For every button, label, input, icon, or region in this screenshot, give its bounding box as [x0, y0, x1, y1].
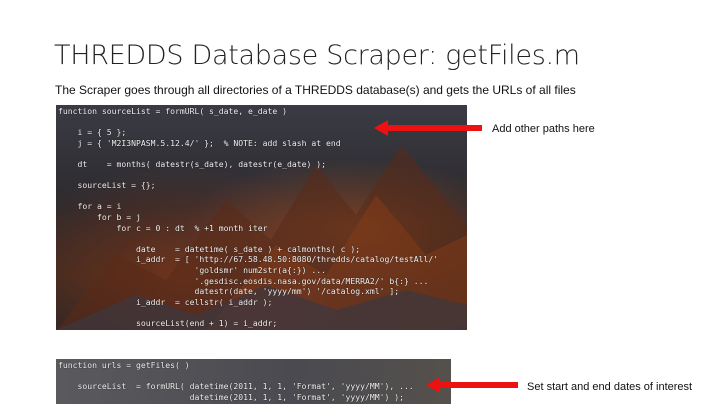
code-line: for c = 0 : dt % +1 month iter — [58, 222, 268, 233]
code-screenshot-getfiles: function urls = getFiles( ) sourceList =… — [56, 359, 451, 404]
code-line: sourceList = formURL( datetime(2011, 1, … — [58, 381, 414, 392]
code-line: date = datetime( s_date ) + calmonths( c… — [58, 243, 361, 254]
slide-subtitle: The Scraper goes through all directories… — [55, 83, 576, 97]
code-line: function urls = getFiles( ) — [58, 360, 190, 370]
arrow-shaft — [438, 382, 518, 388]
arrow-shaft — [386, 125, 482, 131]
code-line: for b = j — [58, 211, 141, 222]
code-line: i_addr = cellstr( i_addr ); — [58, 296, 273, 307]
code-line: sourceList(end + 1) = i_addr; — [58, 317, 278, 328]
arrow-paths — [374, 120, 482, 136]
code-block-getfiles: function urls = getFiles( ) sourceList =… — [58, 360, 414, 402]
arrow-dates — [426, 377, 518, 393]
code-line: j = { 'M2I3NPASM.5.12.4/' }; % NOTE: add… — [58, 137, 341, 148]
code-line: for a = i — [58, 201, 122, 212]
code-line: dt = months( datestr(s_date), datestr(e_… — [58, 158, 327, 169]
code-block-formurl: function sourceList = formURL( s_date, e… — [58, 106, 438, 328]
annotation-set-dates: Set start and end dates of interest — [527, 381, 693, 393]
code-line: datestr(date, 'yyyy/mm') '/catalog.xml' … — [58, 286, 400, 297]
code-line: 'goldsmr' num2str(a{:}) ... — [58, 264, 327, 275]
annotation-add-paths: Add other paths here — [492, 123, 595, 135]
code-line: function sourceList = formURL( s_date, e… — [58, 106, 288, 116]
slide-title: THREDDS Database Scraper: getFiles.m — [54, 40, 580, 71]
code-screenshot-formurl: function sourceList = formURL( s_date, e… — [56, 105, 467, 330]
code-line: sourceList = {}; — [58, 180, 156, 191]
code-line: i_addr = [ 'http://67.58.48.50:8080/thre… — [58, 254, 439, 265]
code-line: datetime(2011, 1, 1, 'Format', 'yyyy/MM'… — [58, 391, 404, 402]
code-line: '.gesdisc.eosdis.nasa.gov/data/MERRA2/' … — [58, 275, 429, 286]
